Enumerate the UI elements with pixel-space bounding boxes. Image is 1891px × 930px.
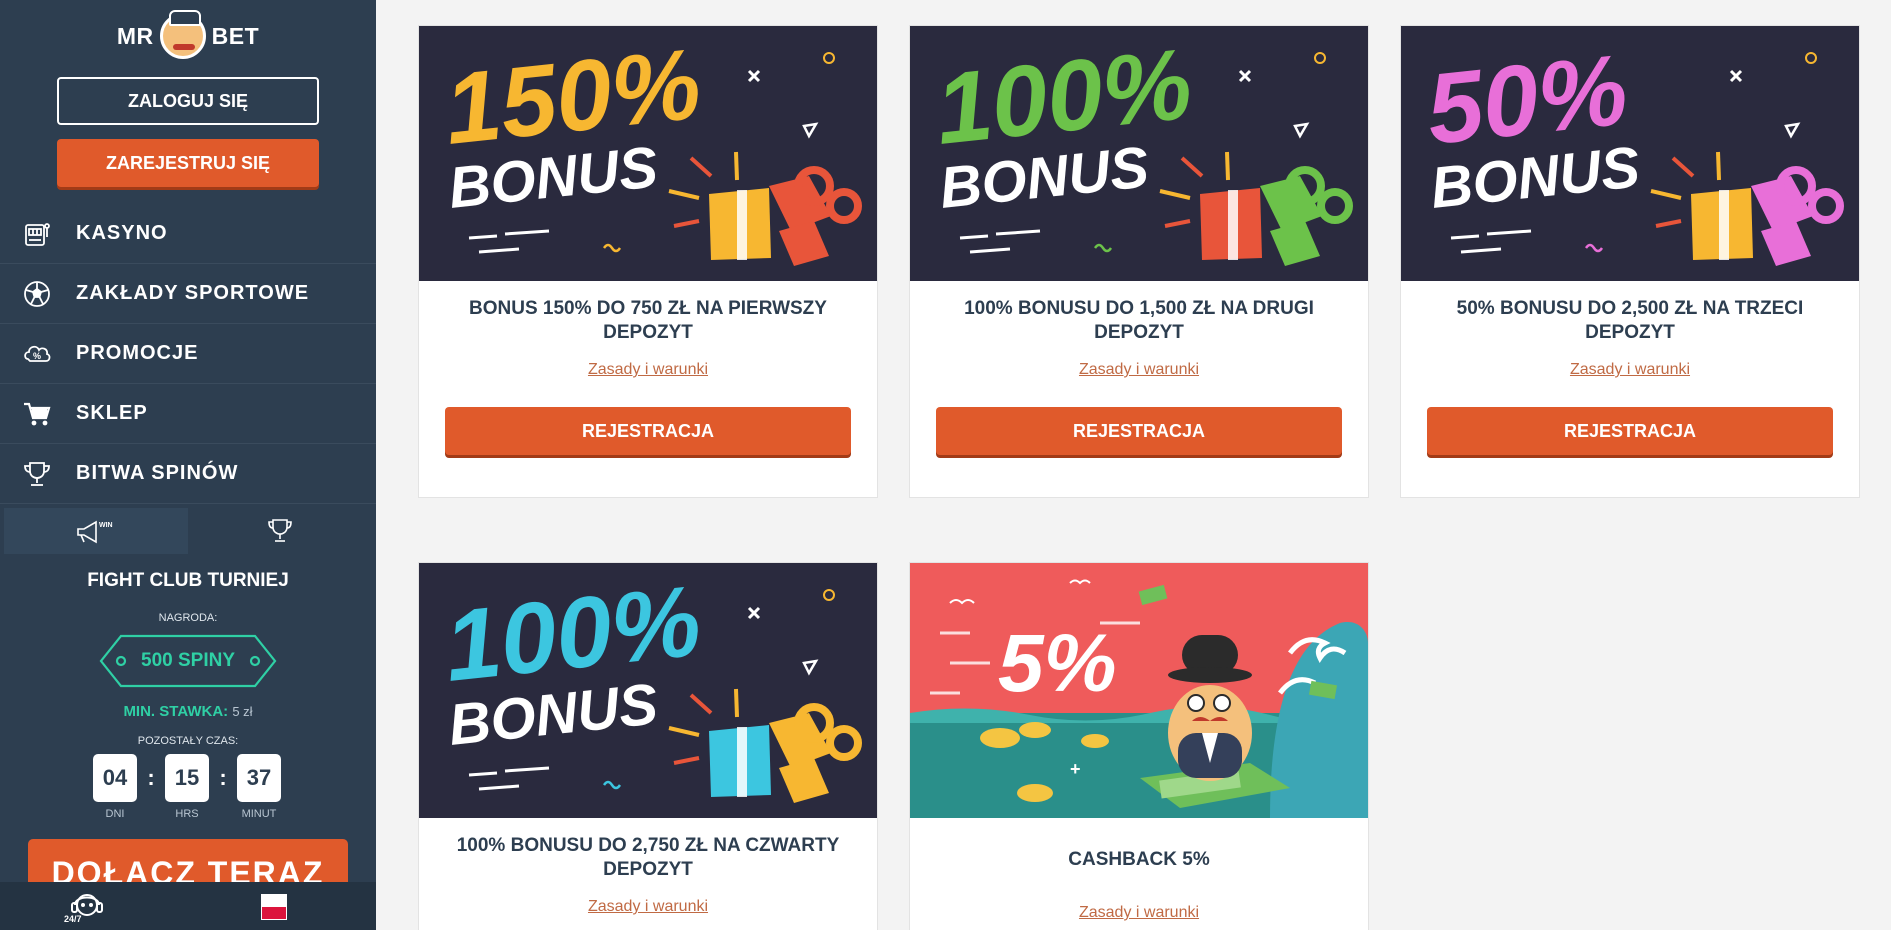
nav-item-shop[interactable]: SKLEP: [0, 384, 376, 444]
nav-label: SKLEP: [76, 402, 148, 424]
promo-title: BONUS 150% DO 750 ZŁ NA PIERWSZY DEPOZYT: [469, 298, 827, 343]
nav-item-casino[interactable]: KASYNO: [0, 204, 376, 264]
svg-text:+: +: [1070, 759, 1081, 779]
register-button[interactable]: REJESTRACJA: [445, 407, 851, 455]
promo-title: 50% BONUSU DO 2,500 ZŁ NA TRZECI DEPOZYT: [1456, 298, 1804, 343]
prize-value: 500 SPINY: [141, 650, 235, 671]
register-button[interactable]: ZAREJESTRUJ SIĘ: [57, 139, 319, 187]
promo-title: 100% BONUSU DO 1,500 ZŁ NA DRUGI DEPOZYT: [964, 298, 1314, 343]
bonus-banner-art: 50%BONUS: [1422, 34, 1844, 266]
timer-unit: HRS: [175, 808, 199, 820]
terms-link[interactable]: Zasady i warunki: [419, 361, 877, 379]
nav-label: ZAKŁADY SPORTOWE: [76, 282, 310, 304]
timer-separator: :: [147, 765, 155, 790]
timer-days: 04 DNI: [93, 754, 137, 820]
min-bet-value: 5 zł: [232, 704, 253, 719]
login-button[interactable]: ZALOGUJ SIĘ: [57, 77, 319, 125]
cashback-banner-art: 5% +: [910, 579, 1368, 818]
sidebar-footer: 24/7: [0, 882, 376, 930]
bonus-banner-art: 150%BONUS: [440, 28, 862, 266]
mascot-icon: [159, 10, 206, 59]
megaphone-icon: WIN: [77, 520, 113, 544]
time-remaining-label: POZOSTAŁY CZAS:: [137, 735, 239, 747]
promo-card: 100% BONUS 100% BONUSU DO 1,500 ZŁ NA DRU…: [909, 25, 1369, 498]
promo-title: 100% BONUSU DO 2,750 ZŁ NA CZWARTY DEPOZ…: [456, 835, 840, 880]
sidebar: MR BET ZALOGUJ SIĘ ZAREJESTRUJ SIĘ KASYN…: [0, 0, 376, 930]
svg-text:%: %: [33, 351, 41, 361]
promotions-grid: 150% BONUS BONUS 150% DO 750 ZŁ NA PIERWS…: [376, 0, 1891, 930]
timer-hours: 15 HRS: [165, 754, 209, 820]
terms-link[interactable]: Zasady i warunki: [910, 361, 1368, 379]
promo-banner: 100% BONUS: [910, 26, 1368, 281]
soccer-ball-icon: [20, 277, 54, 311]
nav-item-spin-battle[interactable]: BITWA SPINÓW: [0, 444, 376, 504]
nav-label: PROMOCJE: [76, 342, 199, 364]
promo-banner: 100% BONUS: [419, 563, 877, 818]
terms-link[interactable]: Zasady i warunki: [419, 898, 877, 916]
promo-card: 5% + CASHBACK 5% Zasady i warunki: [909, 562, 1369, 930]
svg-text:WIN: WIN: [99, 522, 113, 529]
promo-card: 150% BONUS BONUS 150% DO 750 ZŁ NA PIERWS…: [418, 25, 878, 498]
slot-machine-icon: [20, 217, 54, 251]
timer-unit: DNI: [105, 808, 125, 820]
timer-unit: MINUT: [241, 808, 277, 820]
nav-item-sports[interactable]: ZAKŁADY SPORTOWE: [0, 264, 376, 324]
min-bet: MIN. STAWKA: 5 zł: [0, 703, 376, 720]
promo-card: 100% BONUS 100% BONUSU DO 2,750 ZŁ NA CZW…: [418, 562, 878, 930]
timer-minutes: 37 MINUT: [237, 754, 281, 820]
trophy-icon: [268, 519, 292, 542]
nav-label: KASYNO: [76, 222, 168, 244]
timer-value: 04: [93, 754, 137, 802]
tab-winners[interactable]: WIN: [4, 508, 188, 554]
timer-value: 37: [237, 754, 281, 802]
countdown-timer: 04 DNI : 15 HRS : 37 MINUT: [93, 754, 281, 820]
brand-logo[interactable]: MR BET: [0, 10, 376, 62]
promo-banner: 50% BONUS: [1401, 26, 1859, 281]
brand-right: BET: [211, 22, 260, 49]
nav-label: BITWA SPINÓW: [76, 462, 239, 484]
promo-title: CASHBACK 5%: [1068, 849, 1210, 870]
timer-separator: :: [219, 765, 227, 790]
terms-link[interactable]: Zasady i warunki: [910, 904, 1368, 922]
terms-link[interactable]: Zasady i warunki: [1401, 361, 1859, 379]
bonus-banner-art: 100%BONUS: [440, 565, 862, 803]
tournament-title: FIGHT CLUB TURNIEJ: [87, 570, 289, 591]
cart-icon: [20, 397, 54, 431]
prize-label: NAGRODA:: [158, 612, 218, 624]
cashback-percent: 5%: [998, 618, 1117, 709]
tab-tournament[interactable]: [188, 508, 372, 554]
trophy-icon: [20, 457, 54, 491]
language-flag-icon[interactable]: [261, 894, 287, 920]
main-nav: KASYNO ZAKŁADY SPORTOWE % PROMOCJE SKLEP…: [0, 204, 376, 504]
promo-banner: 150% BONUS: [419, 26, 877, 281]
cashback-banner: 5% +: [910, 563, 1368, 818]
brand-left: MR: [116, 22, 154, 49]
tournament-tabs: WIN: [4, 508, 372, 554]
bonus-banner-art: 100%BONUS: [931, 28, 1353, 266]
min-bet-label: MIN. STAWKA:: [123, 703, 229, 720]
nav-item-promotions[interactable]: % PROMOCJE: [0, 324, 376, 384]
support-hours: 24/7: [64, 914, 82, 924]
timer-value: 15: [165, 754, 209, 802]
register-button[interactable]: REJESTRACJA: [1427, 407, 1833, 455]
promo-card: 50% BONUS 50% BONUSU DO 2,500 ZŁ NA TRZEC…: [1400, 25, 1860, 498]
promo-percent-icon: %: [20, 337, 54, 371]
register-button[interactable]: REJESTRACJA: [936, 407, 1342, 455]
